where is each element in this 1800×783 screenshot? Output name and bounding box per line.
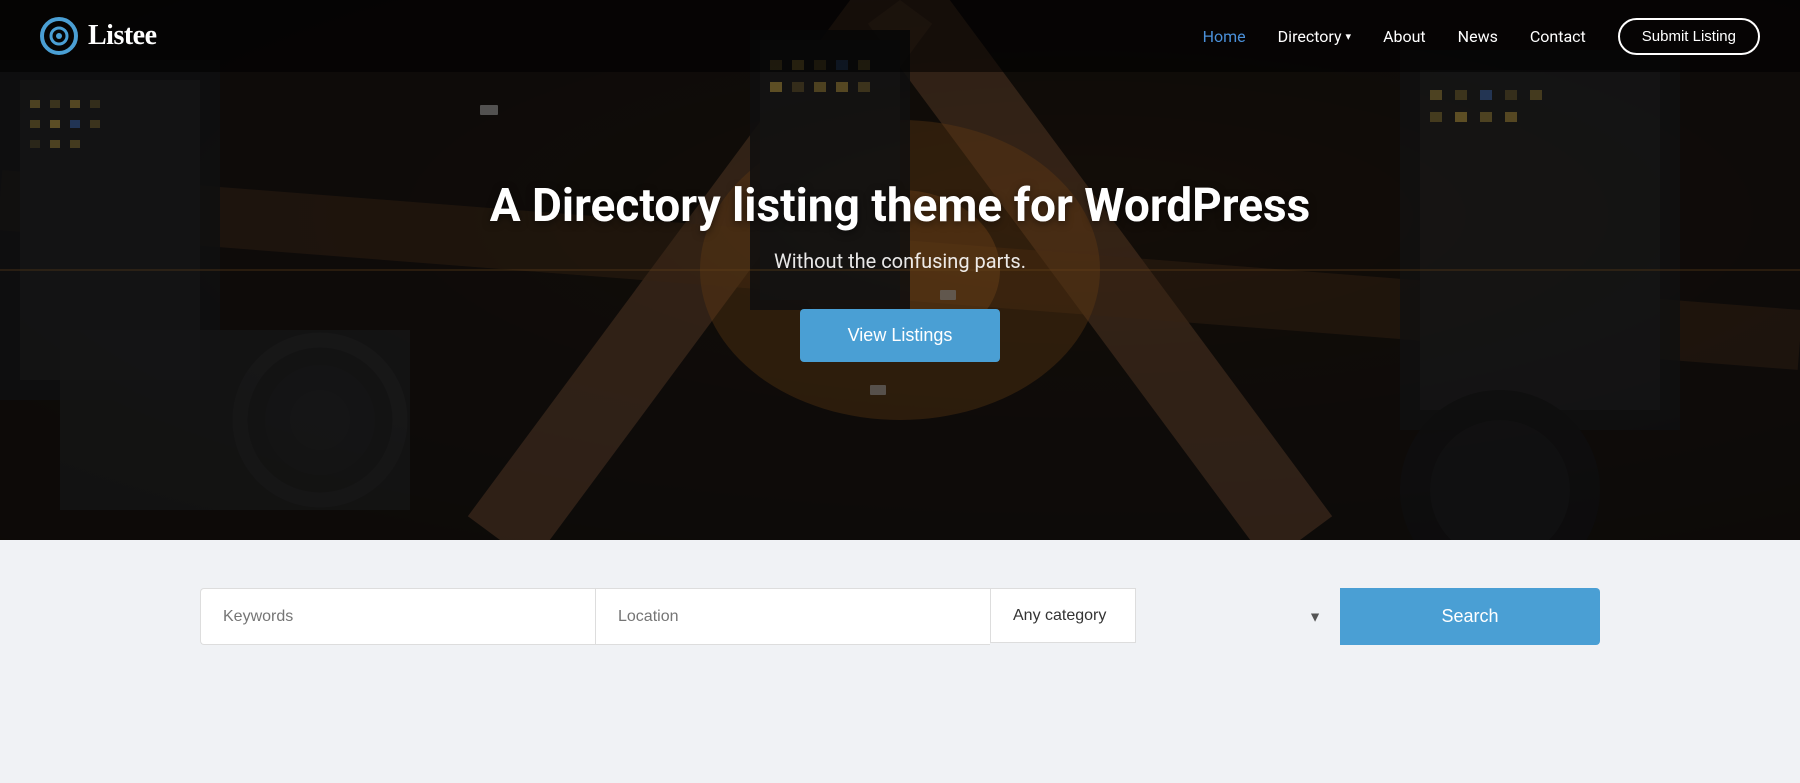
hero-subtitle: Without the confusing parts. xyxy=(774,249,1026,273)
navbar: Listee Home Directory ▾ About News Conta… xyxy=(0,0,1800,72)
search-bar: Any category Restaurants Hotels Shopping… xyxy=(200,588,1600,645)
nav-links: Home Directory ▾ About News Contact Subm… xyxy=(1203,18,1760,55)
nav-item-news[interactable]: News xyxy=(1458,27,1498,46)
nav-link-about[interactable]: About xyxy=(1383,27,1426,46)
nav-item-about[interactable]: About xyxy=(1383,27,1426,46)
view-listings-button[interactable]: View Listings xyxy=(800,309,1001,362)
directory-dropdown-arrow: ▾ xyxy=(1346,30,1352,43)
search-button[interactable]: Search xyxy=(1340,588,1600,645)
location-input[interactable] xyxy=(595,588,990,645)
submit-listing-button[interactable]: Submit Listing xyxy=(1618,18,1760,55)
logo-text: Listee xyxy=(88,20,157,52)
nav-link-contact[interactable]: Contact xyxy=(1530,27,1586,46)
nav-item-contact[interactable]: Contact xyxy=(1530,27,1586,46)
logo-icon xyxy=(40,17,78,55)
category-select-wrapper: Any category Restaurants Hotels Shopping… xyxy=(990,588,1340,645)
category-select[interactable]: Any category Restaurants Hotels Shopping… xyxy=(990,588,1136,643)
nav-link-home[interactable]: Home xyxy=(1203,27,1246,46)
hero-content: A Directory listing theme for WordPress … xyxy=(0,0,1800,540)
nav-link-directory[interactable]: Directory xyxy=(1278,27,1342,46)
keywords-input[interactable] xyxy=(200,588,595,645)
select-dropdown-arrow: ▼ xyxy=(1308,608,1322,625)
nav-item-directory[interactable]: Directory ▾ xyxy=(1278,27,1351,46)
search-section: Any category Restaurants Hotels Shopping… xyxy=(0,540,1800,705)
nav-item-submit[interactable]: Submit Listing xyxy=(1618,18,1760,55)
nav-link-news[interactable]: News xyxy=(1458,27,1498,46)
hero-title: A Directory listing theme for WordPress xyxy=(490,179,1311,233)
nav-item-home[interactable]: Home xyxy=(1203,27,1246,46)
hero-section: Listee Home Directory ▾ About News Conta… xyxy=(0,0,1800,540)
logo-link[interactable]: Listee xyxy=(40,17,157,55)
